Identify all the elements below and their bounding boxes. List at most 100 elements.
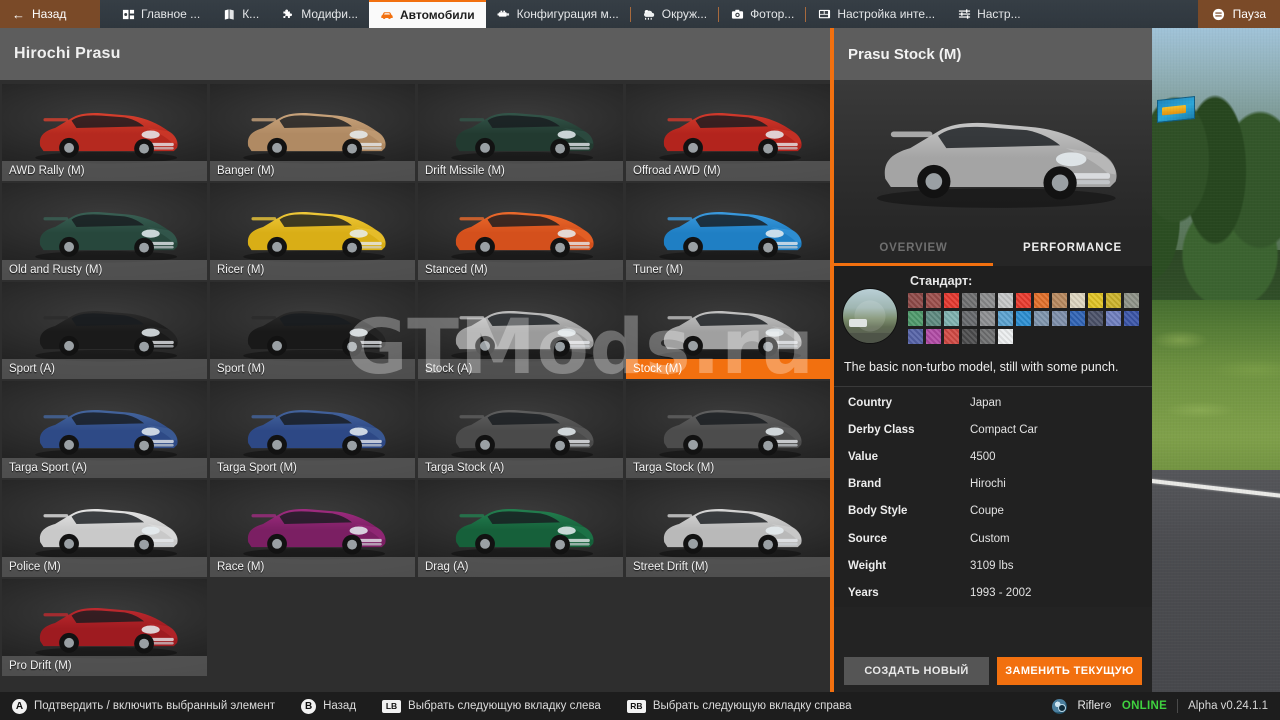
paint-swatch[interactable] [1052, 311, 1067, 326]
car-icon [380, 8, 394, 22]
car-thumbnail [642, 496, 818, 562]
paint-swatch[interactable] [1034, 293, 1049, 308]
engine-icon [497, 7, 511, 21]
config-tile[interactable]: Targa Stock (A) [418, 381, 623, 478]
config-tile[interactable]: Ricer (M) [210, 183, 415, 280]
controller-hint: B Назад [301, 698, 356, 714]
vehicle-config-grid: AWD Rally (M) Banger (M) Drift Missile (… [0, 80, 830, 676]
config-tile[interactable]: Banger (M) [210, 84, 415, 181]
paint-swatch[interactable] [1106, 293, 1121, 308]
paint-swatch[interactable] [980, 329, 995, 344]
account-mark: ⊘ [1104, 700, 1112, 710]
car-thumbnail [434, 496, 610, 562]
spec-key: Derby Class [848, 423, 915, 436]
config-tile[interactable]: Stock (A) [418, 282, 623, 379]
paint-swatch[interactable] [962, 329, 977, 344]
paint-swatch[interactable] [1034, 311, 1049, 326]
config-tile-label: Race (M) [210, 557, 415, 577]
config-tile[interactable]: Sport (A) [2, 282, 207, 379]
config-tile-selected[interactable]: Stock (M) [626, 282, 830, 379]
paint-swatch[interactable] [998, 311, 1013, 326]
spec-value: Compact Car [970, 423, 1038, 436]
config-tile[interactable]: Drag (A) [418, 480, 623, 577]
paint-swatch[interactable] [980, 311, 995, 326]
paint-swatch[interactable] [998, 293, 1013, 308]
paint-swatch[interactable] [998, 329, 1013, 344]
paint-swatch[interactable] [926, 311, 941, 326]
config-tile[interactable]: Drift Missile (M) [418, 84, 623, 181]
paint-swatch[interactable] [944, 311, 959, 326]
config-tile-label: Targa Sport (M) [210, 458, 415, 478]
config-tile-label: Drift Missile (M) [418, 161, 623, 181]
paint-swatch[interactable] [1052, 293, 1067, 308]
vehicle-list-scroll-area[interactable]: AWD Rally (M) Banger (M) Drift Missile (… [0, 80, 830, 692]
config-tile[interactable]: Police (M) [2, 480, 207, 577]
tab-overview[interactable]: OVERVIEW [834, 230, 993, 266]
replace-current-button[interactable]: ЗАМЕНИТЬ ТЕКУЩУЮ [997, 657, 1142, 685]
paint-swatch[interactable] [926, 329, 941, 344]
config-tile[interactable]: Stanced (M) [418, 183, 623, 280]
paint-swatch[interactable] [1088, 293, 1103, 308]
config-tile[interactable]: Sport (M) [210, 282, 415, 379]
paint-swatch[interactable] [962, 311, 977, 326]
config-tile[interactable]: Street Drift (M) [626, 480, 830, 577]
tab-vehicles[interactable]: Автомобили [369, 0, 486, 28]
detail-action-bar: СОЗДАТЬ НОВЫЙ ЗАМЕНИТЬ ТЕКУЩУЮ [834, 657, 1152, 685]
tab-photomode[interactable]: Фотор... [719, 0, 805, 28]
color-preview-thumbnail[interactable] [842, 288, 898, 344]
tab-maps[interactable]: К... [211, 0, 270, 28]
paint-swatch[interactable] [1124, 311, 1139, 326]
car-thumbnail [434, 397, 610, 463]
paint-swatch[interactable] [1124, 293, 1139, 308]
paint-swatch[interactable] [908, 311, 923, 326]
paint-swatch-row [908, 293, 1142, 308]
paint-swatch[interactable] [962, 293, 977, 308]
paint-swatch[interactable] [1088, 311, 1103, 326]
paint-selector: Стандарт: [834, 266, 1152, 354]
config-tile[interactable]: Tuner (M) [626, 183, 830, 280]
tab-label: Конфигурация м... [516, 7, 619, 21]
tab-label: Автомобили [400, 8, 475, 22]
config-tile[interactable]: Targa Sport (A) [2, 381, 207, 478]
vehicle-config-list-panel: Hirochi Prasu AWD Rally (M) Banger (M) D… [0, 28, 830, 692]
paint-swatch[interactable] [944, 329, 959, 344]
tab-vehicle-config[interactable]: Конфигурация м... [486, 0, 630, 28]
map-icon [222, 7, 236, 21]
detail-header: Prasu Stock (M) [834, 28, 1152, 80]
paint-swatch[interactable] [944, 293, 959, 308]
paint-swatch[interactable] [1106, 311, 1121, 326]
config-tile[interactable]: Targa Sport (M) [210, 381, 415, 478]
tab-ui-apps[interactable]: Настройка инте... [806, 0, 946, 28]
back-button[interactable]: ← Назад [0, 0, 100, 28]
controller-hints: A Подтвердить / включить выбранный элеме… [12, 698, 878, 714]
config-tile[interactable]: Offroad AWD (M) [626, 84, 830, 181]
config-tile[interactable]: Race (M) [210, 480, 415, 577]
spawn-new-button[interactable]: СОЗДАТЬ НОВЫЙ [844, 657, 989, 685]
car-thumbnail [434, 100, 610, 166]
tab-performance[interactable]: PERFORMANCE [993, 230, 1152, 266]
tab-mods[interactable]: Модифи... [270, 0, 369, 28]
paint-swatch[interactable] [926, 293, 941, 308]
paint-swatch[interactable] [908, 293, 923, 308]
car-thumbnail [18, 100, 194, 166]
tab-main-menu[interactable]: Главное ... [110, 0, 211, 28]
config-tile[interactable]: Pro Drift (M) [2, 579, 207, 676]
config-tile-label: Targa Sport (A) [2, 458, 207, 478]
paint-swatch[interactable] [1016, 311, 1031, 326]
spec-key: Brand [848, 478, 882, 491]
paint-swatch[interactable] [1016, 293, 1031, 308]
paint-swatch[interactable] [980, 293, 995, 308]
config-tile[interactable]: AWD Rally (M) [2, 84, 207, 181]
config-tile[interactable]: Old and Rusty (M) [2, 183, 207, 280]
config-tile[interactable]: Targa Stock (M) [626, 381, 830, 478]
paint-swatch[interactable] [1070, 311, 1085, 326]
paint-swatch[interactable] [908, 329, 923, 344]
config-tile-label: Targa Stock (M) [626, 458, 830, 478]
tab-environment[interactable]: Окруж... [631, 0, 718, 28]
pause-button[interactable]: Пауза [1197, 0, 1280, 28]
spec-key: Value [848, 450, 879, 463]
bottom-status-bar: A Подтвердить / включить выбранный элеме… [0, 692, 1280, 720]
dashboard-icon [121, 7, 135, 21]
paint-swatch[interactable] [1070, 293, 1085, 308]
tab-options[interactable]: Настр... [946, 0, 1032, 28]
